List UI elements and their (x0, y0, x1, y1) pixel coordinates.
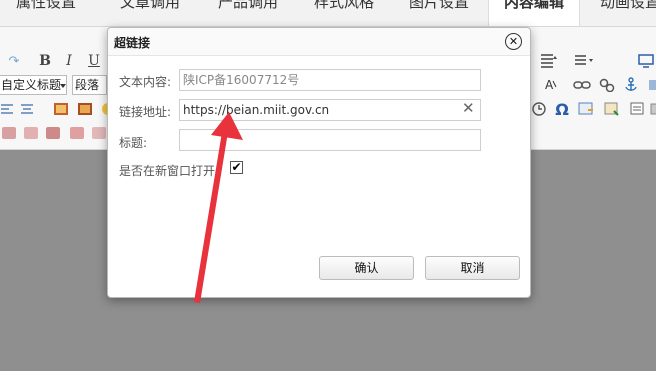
tab-property-settings[interactable]: 属性设置 (12, 0, 80, 26)
chevron-down-icon (60, 84, 66, 88)
italic-button[interactable]: I (60, 51, 78, 71)
tab-product-call[interactable]: 产品调用 (212, 0, 284, 26)
redo-icon[interactable]: ↷ (6, 51, 22, 71)
new-window-label: 是否在新窗口打开: (119, 164, 220, 178)
clock-icon[interactable] (530, 99, 548, 119)
image-icon[interactable] (52, 99, 70, 119)
unlink-icon[interactable] (598, 75, 616, 95)
title-label: 标题: (119, 136, 148, 150)
dialog-title: 超链接 (114, 36, 151, 50)
table-col-icon[interactable] (24, 127, 38, 139)
text-content-label: 文本内容: (119, 75, 172, 89)
underline-button[interactable]: U (85, 51, 103, 71)
link-icon[interactable] (572, 75, 592, 95)
tab-content-edit[interactable]: 内容编辑 (488, 0, 580, 26)
delete-col-icon[interactable] (46, 127, 60, 139)
dialog-header: 超链接 ✕ (108, 28, 530, 56)
hyperlink-dialog: 超链接 ✕ 文本内容: 陕ICP备16007712号 链接地址: https:/… (107, 27, 531, 298)
table-row-icon[interactable] (2, 127, 16, 139)
code-view-icon[interactable] (628, 99, 646, 119)
new-window-checkbox[interactable]: ✔ (230, 161, 243, 174)
title-input[interactable] (179, 129, 481, 151)
tab-animation-settings[interactable]: 动画设置 (594, 0, 656, 26)
confirm-button[interactable]: 确认 (319, 256, 414, 280)
clear-icon[interactable]: ✕ (462, 99, 475, 117)
text-content-field[interactable]: 陕ICP备16007712号 (179, 69, 481, 91)
paragraph-spacing-icon[interactable] (572, 51, 596, 71)
bold-button[interactable]: B (36, 51, 54, 71)
tab-article-call[interactable]: 文章调用 (114, 0, 186, 26)
align-left-icon[interactable] (0, 99, 14, 119)
line-height-icon[interactable] (537, 51, 559, 71)
anchor-icon[interactable] (622, 75, 640, 95)
preview-icon[interactable] (636, 51, 656, 71)
image-upload-icon[interactable] (76, 99, 94, 119)
insert-frame-icon[interactable] (576, 99, 596, 119)
paragraph-select[interactable]: 段落 (72, 75, 107, 95)
insert-table-icon[interactable] (602, 99, 622, 119)
tab-image-settings[interactable]: 图片设置 (403, 0, 475, 26)
heading-select[interactable]: 自定义标题 (0, 75, 67, 95)
special-char-button[interactable]: Ω (553, 99, 571, 119)
link-url-input[interactable]: https://beian.miit.gov.cn (179, 99, 481, 121)
split-cells-icon[interactable] (92, 127, 106, 139)
close-icon[interactable]: ✕ (505, 33, 522, 50)
merge-cells-icon[interactable] (70, 127, 84, 139)
more-icon[interactable] (646, 75, 656, 95)
align-center-icon[interactable] (18, 99, 36, 119)
cancel-button[interactable]: 取消 (425, 256, 520, 280)
svg-text:A: A (545, 78, 554, 92)
tab-bar: 属性设置 文章调用 产品调用 样式风格 图片设置 内容编辑 动画设置 (0, 0, 656, 27)
tab-style[interactable]: 样式风格 (308, 0, 380, 26)
link-url-label: 链接地址: (119, 105, 172, 119)
more-icon-2[interactable] (648, 99, 656, 119)
font-color-icon[interactable]: A (542, 75, 560, 95)
